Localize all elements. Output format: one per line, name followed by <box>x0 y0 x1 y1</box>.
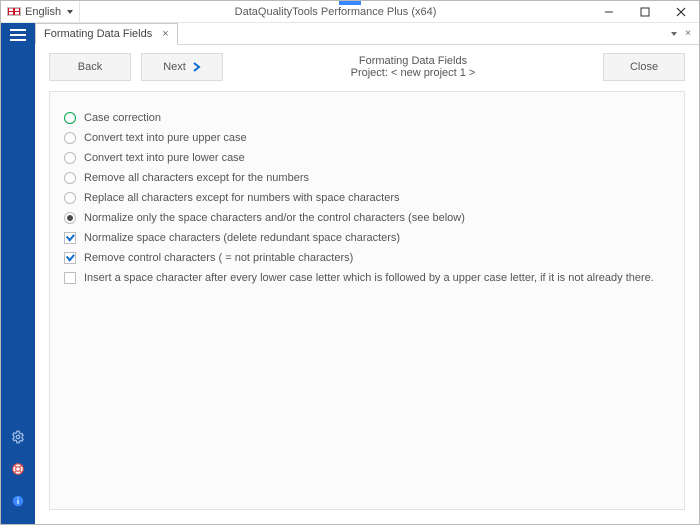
title-bar: English DataQualityTools Performance Plu… <box>1 1 699 23</box>
radio-case-correction[interactable]: Case correction <box>64 112 670 124</box>
tab-bar: Formating Data Fields × × <box>35 23 699 45</box>
close-label: Close <box>630 61 658 73</box>
checkbox-icon <box>64 272 76 284</box>
page-title: Formating Data Fields <box>359 55 467 67</box>
radio-icon <box>64 212 76 224</box>
radio-icon <box>64 112 76 124</box>
menu-button[interactable] <box>10 29 26 41</box>
checkbox-icon <box>64 232 76 244</box>
chevron-right-icon <box>192 62 201 72</box>
radio-upper-case[interactable]: Convert text into pure upper case <box>64 132 670 144</box>
content-area: Formating Data Fields × × Back Next <box>35 23 699 524</box>
option-label: Remove all characters except for the num… <box>84 172 309 184</box>
info-icon[interactable] <box>9 492 27 510</box>
close-button[interactable]: Close <box>603 53 685 81</box>
option-label: Case correction <box>84 112 161 124</box>
option-label: Convert text into pure lower case <box>84 152 245 164</box>
tab-label: Formating Data Fields <box>44 28 152 40</box>
radio-lower-case[interactable]: Convert text into pure lower case <box>64 152 670 164</box>
window-controls <box>591 1 699 22</box>
radio-normalize-spaces[interactable]: Normalize only the space characters and/… <box>64 212 670 224</box>
option-label: Normalize only the space characters and/… <box>84 212 465 224</box>
back-label: Back <box>78 61 102 73</box>
gear-icon[interactable] <box>9 428 27 446</box>
radio-icon <box>64 132 76 144</box>
next-button[interactable]: Next <box>141 53 223 81</box>
checkbox-remove-control-chars[interactable]: Remove control characters ( = not printa… <box>64 252 670 264</box>
close-icon[interactable]: × <box>162 28 168 40</box>
checkbox-icon <box>64 252 76 264</box>
chevron-down-icon <box>67 10 73 14</box>
option-label: Normalize space characters (delete redun… <box>84 232 400 244</box>
option-label: Convert text into pure upper case <box>84 132 247 144</box>
sidebar <box>1 23 35 524</box>
flag-icon <box>7 7 21 16</box>
toolbar: Back Next Formating Data Fields Project:… <box>49 53 685 81</box>
close-window-button[interactable] <box>663 1 699 22</box>
radio-icon <box>64 172 76 184</box>
quick-access-bar <box>339 1 361 5</box>
radio-icon <box>64 152 76 164</box>
tab-formating-data-fields[interactable]: Formating Data Fields × <box>35 23 178 45</box>
checkbox-insert-space-camelcase[interactable]: Insert a space character after every low… <box>64 272 670 284</box>
maximize-button[interactable] <box>627 1 663 22</box>
app-title: DataQualityTools Performance Plus (x64) <box>80 6 591 18</box>
minimize-button[interactable] <box>591 1 627 22</box>
lifebuoy-icon[interactable] <box>9 460 27 478</box>
options-panel: Case correction Convert text into pure u… <box>49 91 685 510</box>
radio-icon <box>64 192 76 204</box>
option-label: Replace all characters except for number… <box>84 192 399 204</box>
radio-replace-with-spaces[interactable]: Replace all characters except for number… <box>64 192 670 204</box>
back-button[interactable]: Back <box>49 53 131 81</box>
language-label: English <box>25 6 61 18</box>
chevron-down-icon[interactable] <box>671 32 677 36</box>
radio-keep-numbers[interactable]: Remove all characters except for the num… <box>64 172 670 184</box>
project-label: Project: < new project 1 > <box>351 67 476 79</box>
close-icon[interactable]: × <box>685 28 691 39</box>
language-selector[interactable]: English <box>1 1 80 22</box>
option-label: Remove control characters ( = not printa… <box>84 252 353 264</box>
option-label: Insert a space character after every low… <box>84 272 654 284</box>
tab-bar-actions: × <box>671 23 699 44</box>
next-label: Next <box>163 61 186 73</box>
checkbox-normalize-spaces[interactable]: Normalize space characters (delete redun… <box>64 232 670 244</box>
